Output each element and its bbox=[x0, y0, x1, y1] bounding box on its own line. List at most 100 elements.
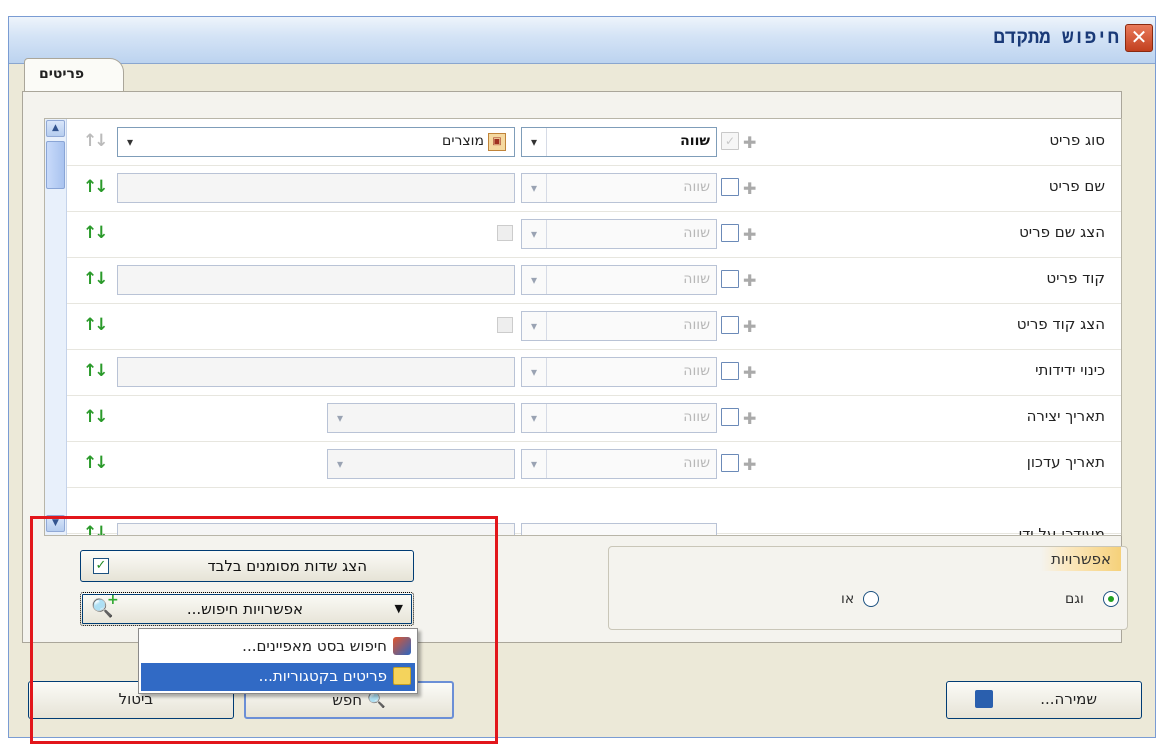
include-checkbox[interactable] bbox=[721, 316, 739, 334]
title-bar: ✕ חיפוש מתקדם bbox=[9, 17, 1155, 64]
floppy-disk-icon bbox=[975, 690, 993, 708]
include-checkbox[interactable] bbox=[721, 454, 739, 472]
row-label: הצג קוד פריט bbox=[1016, 315, 1105, 333]
sort-icon[interactable]: ↑↓ bbox=[83, 361, 108, 381]
menu-item-search-property-set[interactable]: חיפוש בסט מאפיינים... bbox=[141, 633, 415, 661]
or-radio[interactable] bbox=[863, 591, 879, 607]
plus-icon[interactable]: ✚ bbox=[743, 271, 756, 290]
scroll-thumb[interactable] bbox=[46, 141, 65, 189]
row-label: מעודכן על ידי bbox=[1018, 525, 1105, 536]
scroll-down-button[interactable]: ▼ bbox=[46, 515, 65, 532]
compare-value: שווה bbox=[683, 271, 710, 287]
include-checkbox[interactable] bbox=[721, 178, 739, 196]
value-text: מוצרים bbox=[442, 133, 484, 149]
compare-select[interactable]: ▾ שווה bbox=[521, 311, 717, 341]
value-select[interactable]: ▾ ▣ מוצרים bbox=[117, 127, 515, 157]
chevron-down-icon: ▾ bbox=[522, 450, 547, 478]
compare-select[interactable]: ▾ שווה bbox=[521, 265, 717, 295]
row-label: תאריך עדכון bbox=[1026, 453, 1105, 471]
row-label: כינוי ידידותי bbox=[1035, 361, 1105, 379]
show-marked-only-checkbox[interactable]: ✓ bbox=[93, 558, 109, 574]
compare-select[interactable]: ▾ שווה bbox=[521, 219, 717, 249]
compare-value: שווה bbox=[683, 225, 710, 241]
plus-icon[interactable]: ✚ bbox=[743, 225, 756, 244]
date-select[interactable]: ▾ bbox=[327, 403, 515, 433]
plus-icon[interactable]: ✚ bbox=[743, 363, 756, 382]
plus-icon[interactable]: ✚ bbox=[743, 317, 756, 336]
compare-value: שווה bbox=[683, 317, 710, 333]
row-label: סוג פריט bbox=[1049, 131, 1105, 149]
search-options-button[interactable]: ▼ אפשרויות חיפוש... 🔍 + bbox=[80, 592, 414, 626]
row-label: הצג שם פריט bbox=[1019, 223, 1105, 241]
plus-icon[interactable]: ✚ bbox=[743, 179, 756, 198]
plus-icon[interactable]: ✚ bbox=[743, 133, 756, 152]
compare-value: שווה bbox=[683, 363, 710, 379]
close-icon[interactable]: ✕ bbox=[1125, 24, 1153, 52]
vertical-scrollbar[interactable]: ▲ ▼ bbox=[45, 119, 67, 535]
search-options-menu: חיפוש בסט מאפיינים... פריטים בקטגוריות..… bbox=[138, 628, 418, 694]
value-input[interactable] bbox=[117, 357, 515, 387]
criteria-grid: ▲ ▼ סוג פריט ✚ ✓ ▾ שווה ▾ ▣ מוצרים ↑↓ שם… bbox=[44, 118, 1122, 536]
and-label: וגם bbox=[1065, 591, 1084, 607]
include-checkbox[interactable] bbox=[721, 408, 739, 426]
add-icon: + bbox=[107, 592, 119, 608]
chevron-down-icon: ▾ bbox=[336, 457, 344, 471]
grid-row: שם פריט ✚ ▾ שווה ↑↓ bbox=[67, 165, 1121, 212]
compare-select[interactable]: ▾ שווה bbox=[521, 357, 717, 387]
bool-value-checkbox[interactable] bbox=[497, 225, 513, 241]
compare-value: שווה bbox=[680, 133, 710, 149]
scroll-up-button[interactable]: ▲ bbox=[46, 120, 65, 137]
compare-select[interactable] bbox=[521, 523, 717, 535]
sort-icon[interactable]: ↑↓ bbox=[83, 315, 108, 335]
date-select[interactable]: ▾ bbox=[327, 449, 515, 479]
compare-select[interactable]: ▾ שווה bbox=[521, 449, 717, 479]
include-checkbox[interactable] bbox=[721, 362, 739, 380]
show-marked-only-toggle[interactable]: הצג שדות מסומנים בלבד ✓ bbox=[80, 550, 414, 582]
tab-items[interactable]: פריטים bbox=[24, 58, 124, 93]
grid-row-partial: מעודכן על ידי ↑↓ bbox=[67, 487, 1121, 536]
value-input[interactable] bbox=[117, 173, 515, 203]
sort-icon[interactable]: ↑↓ bbox=[83, 523, 108, 535]
compare-select[interactable]: ▾ שווה bbox=[521, 173, 717, 203]
compare-select[interactable]: ▾ שווה bbox=[521, 127, 717, 157]
compare-value: שווה bbox=[683, 455, 710, 471]
options-group: אפשרויות וגם או bbox=[608, 546, 1128, 630]
menu-item-label: פריטים בקטגוריות... bbox=[258, 667, 387, 685]
sort-icon[interactable]: ↑↓ bbox=[83, 407, 108, 427]
grid-row: הצג שם פריט ✚ ▾ שווה ↑↓ bbox=[67, 211, 1121, 258]
include-checkbox[interactable] bbox=[721, 224, 739, 242]
search-options-label: אפשרויות חיפוש... bbox=[186, 600, 303, 618]
menu-item-items-in-categories[interactable]: פריטים בקטגוריות... bbox=[141, 663, 415, 691]
show-marked-only-label: הצג שדות מסומנים בלבד bbox=[207, 557, 367, 575]
plus-icon[interactable]: ✚ bbox=[743, 455, 756, 474]
sort-icon[interactable]: ↑↓ bbox=[83, 269, 108, 289]
row-label: תאריך יצירה bbox=[1026, 407, 1105, 425]
options-title: אפשרויות bbox=[1041, 547, 1121, 571]
and-radio[interactable] bbox=[1103, 591, 1119, 607]
compare-select[interactable]: ▾ שווה bbox=[521, 403, 717, 433]
chevron-down-icon: ▼ bbox=[394, 602, 403, 615]
sort-icon[interactable]: ↑↓ bbox=[83, 131, 108, 151]
row-label: קוד פריט bbox=[1046, 269, 1105, 287]
value-input[interactable] bbox=[117, 265, 515, 295]
folder-icon bbox=[393, 667, 411, 685]
plus-icon[interactable]: ✚ bbox=[743, 409, 756, 428]
bool-value-checkbox[interactable] bbox=[497, 317, 513, 333]
include-checkbox[interactable] bbox=[721, 270, 739, 288]
sort-icon[interactable]: ↑↓ bbox=[83, 453, 108, 473]
save-button[interactable]: שמירה... bbox=[946, 681, 1142, 719]
sort-icon[interactable]: ↑↓ bbox=[83, 223, 108, 243]
value-input[interactable] bbox=[117, 523, 515, 535]
chevron-down-icon: ▾ bbox=[522, 404, 547, 432]
grid-row: תאריך עדכון ✚ ▾ שווה ▾ ↑↓ bbox=[67, 441, 1121, 488]
grid-row: תאריך יצירה ✚ ▾ שווה ▾ ↑↓ bbox=[67, 395, 1121, 442]
chevron-down-icon: ▾ bbox=[336, 411, 344, 425]
sort-icon[interactable]: ↑↓ bbox=[83, 177, 108, 197]
lower-left-controls: הצג שדות מסומנים בלבד ✓ ▼ אפשרויות חיפוש… bbox=[80, 550, 416, 628]
save-label: שמירה... bbox=[1040, 690, 1097, 708]
grid-row: סוג פריט ✚ ✓ ▾ שווה ▾ ▣ מוצרים ↑↓ bbox=[67, 119, 1121, 166]
grid-row: קוד פריט ✚ ▾ שווה ↑↓ bbox=[67, 257, 1121, 304]
chevron-down-icon: ▾ bbox=[522, 174, 547, 202]
products-icon: ▣ bbox=[488, 133, 506, 151]
chevron-down-icon: ▾ bbox=[522, 220, 547, 248]
